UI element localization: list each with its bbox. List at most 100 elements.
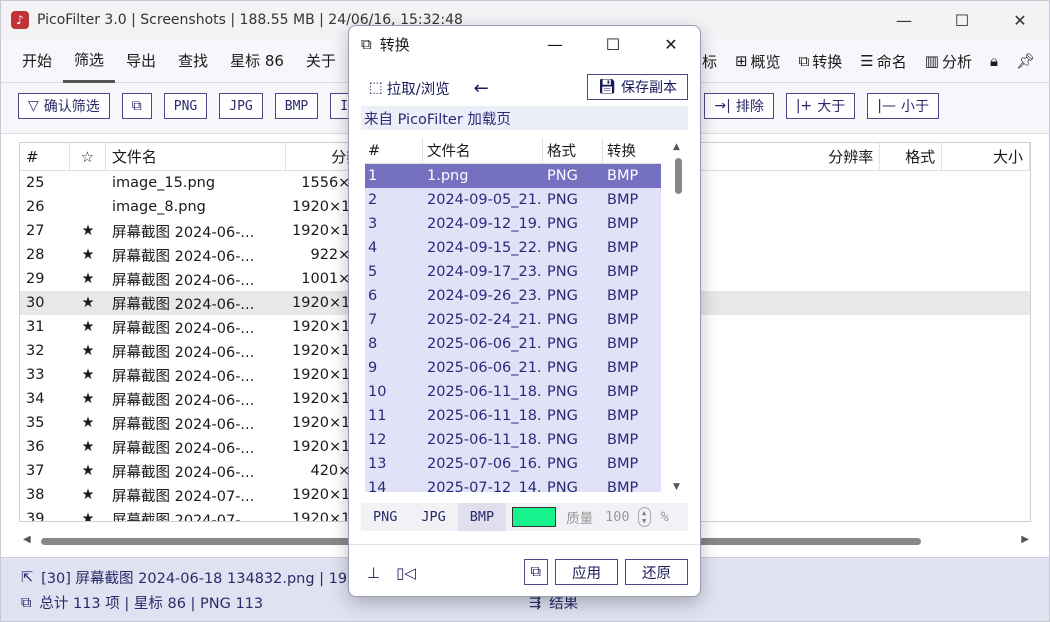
row-filename: 屏幕截图 2024-06-... xyxy=(112,224,255,241)
format-option-jpg[interactable]: JPG xyxy=(409,503,457,531)
scroll-down-icon[interactable]: ▼ xyxy=(673,482,680,492)
header-name[interactable]: 文件名 xyxy=(106,143,286,171)
copy-button[interactable]: ⧉ xyxy=(523,559,548,585)
background-color-swatch[interactable] xyxy=(512,507,557,527)
item-num: 9 xyxy=(368,360,378,376)
row-num: 29 xyxy=(26,271,45,287)
greater-icon: |+ xyxy=(795,98,813,114)
dialog-header-num[interactable]: # xyxy=(365,138,423,164)
bmp-filter-button[interactable]: BMP xyxy=(274,93,319,119)
menu-analyze[interactable]: ▥ 分析 xyxy=(925,51,972,72)
quality-stepper[interactable]: ▲ ▼ xyxy=(637,507,651,527)
apply-button[interactable]: 应用 xyxy=(555,559,618,585)
item-num: 3 xyxy=(368,216,378,232)
less-than-button[interactable]: |— 小于 xyxy=(867,93,939,119)
dialog-header-format[interactable]: 格式 xyxy=(543,138,603,164)
list-item[interactable]: 13 2025-07-06_16... PNG BMP xyxy=(365,452,661,476)
item-target-format: BMP xyxy=(607,432,639,448)
pin-icon[interactable]: ⊥ xyxy=(367,564,380,582)
quality-input[interactable]: 100 xyxy=(605,509,629,525)
dialog-minimize-button[interactable]: — xyxy=(526,26,584,62)
item-target-format: BMP xyxy=(607,168,639,184)
minimize-button[interactable]: — xyxy=(875,1,933,39)
close-button[interactable]: ✕ xyxy=(991,1,1049,39)
item-num: 4 xyxy=(368,240,378,256)
list-item[interactable]: 14 2025-07-12_14... PNG BMP xyxy=(365,476,661,492)
menu-filter[interactable]: 筛选 xyxy=(63,39,116,83)
save-copy-button[interactable]: 💾︎ 保存副本 xyxy=(587,74,688,100)
convert-file-table: # 文件名 格式 转换 1 1.png PNG BMP 2 2024-09-05_21..… xyxy=(365,138,661,492)
format-selector: PNG JPG BMP 质量 100 ▲ ▼ % xyxy=(361,503,688,531)
menu-overview[interactable]: ⊞ 概览 xyxy=(735,51,781,72)
header-num[interactable]: # xyxy=(20,143,70,171)
restore-button[interactable]: 还原 xyxy=(625,559,688,585)
quality-label: 质量 xyxy=(566,511,594,527)
item-num: 1 xyxy=(368,168,378,184)
item-format: PNG xyxy=(547,432,578,448)
confirm-filter-button[interactable]: ▽ 确认筛选 xyxy=(18,93,110,119)
copy-button[interactable]: ⧉ xyxy=(121,93,152,119)
format-option-png[interactable]: PNG xyxy=(361,503,409,531)
list-item[interactable]: 4 2024-09-15_22... PNG BMP xyxy=(365,236,661,260)
row-star: ★ xyxy=(81,223,95,239)
list-item[interactable]: 9 2025-06-06_21... PNG BMP xyxy=(365,356,661,380)
summary-status: 总计 113 项 | 星标 86 | PNG 113 xyxy=(39,596,264,612)
png-filter-button[interactable]: PNG xyxy=(163,93,208,119)
row-star: ★ xyxy=(81,271,95,287)
list-item[interactable]: 11 2025-06-11_18... PNG BMP xyxy=(365,404,661,428)
greater-than-button[interactable]: |+ 大于 xyxy=(785,93,856,119)
item-filename: 2025-02-24_21... xyxy=(427,312,543,328)
lock-button[interactable]: 🔒︎ xyxy=(990,52,998,70)
dialog-close-button[interactable]: ✕ xyxy=(642,26,700,62)
item-filename: 2024-09-26_23... xyxy=(427,288,543,304)
list-item[interactable]: 1 1.png PNG BMP xyxy=(365,164,661,188)
menu-mark[interactable]: 标 xyxy=(702,51,717,72)
dialog-scrollbar-thumb[interactable] xyxy=(675,158,682,194)
pick-browse-button[interactable]: ⬚ 拉取/浏览 xyxy=(369,78,450,99)
dialog-maximize-button[interactable]: ☐ xyxy=(584,26,642,62)
menu-convert[interactable]: ⧉ 转换 xyxy=(799,51,843,72)
row-filename: image_8.png xyxy=(112,199,206,215)
header-resolution-2[interactable]: 分辨率 xyxy=(782,143,881,171)
list-item[interactable]: 5 2024-09-17_23... PNG BMP xyxy=(365,260,661,284)
back-button[interactable]: ← xyxy=(474,78,489,99)
list-item[interactable]: 7 2025-02-24_21... PNG BMP xyxy=(365,308,661,332)
exclude-button[interactable]: →| 排除 xyxy=(704,93,774,119)
menu-about[interactable]: 关于 xyxy=(295,39,347,83)
item-num: 10 xyxy=(368,384,387,400)
list-item[interactable]: 12 2025-06-11_18... PNG BMP xyxy=(365,428,661,452)
menu-export[interactable]: 导出 xyxy=(115,39,167,83)
list-item[interactable]: 3 2024-09-12_19... PNG BMP xyxy=(365,212,661,236)
format-option-bmp[interactable]: BMP xyxy=(457,503,507,531)
list-item[interactable]: 10 2025-06-11_18... PNG BMP xyxy=(365,380,661,404)
list-item[interactable]: 6 2024-09-26_23... PNG BMP xyxy=(365,284,661,308)
pin-button[interactable]: 📌︎ xyxy=(1016,52,1035,70)
scroll-up-icon[interactable]: ▲ xyxy=(673,142,680,152)
scroll-left-icon[interactable]: ◀ xyxy=(23,534,31,545)
menu-find[interactable]: 查找 xyxy=(167,39,219,83)
overview-icon: ⊞ xyxy=(734,52,748,70)
menu-rename[interactable]: ☰ 命名 xyxy=(860,51,906,72)
dialog-header-name[interactable]: 文件名 xyxy=(423,138,543,164)
header-size[interactable]: 大小 xyxy=(942,143,1030,171)
item-target-format: BMP xyxy=(607,336,639,352)
dialog-table-body: 1 1.png PNG BMP 2 2024-09-05_21... PNG BMP 3 2024… xyxy=(365,164,661,492)
header-star[interactable]: ☆ xyxy=(70,143,106,171)
scroll-right-icon[interactable]: ▶ xyxy=(1021,534,1029,545)
menu-starred[interactable]: 星标 86 xyxy=(219,39,295,83)
header-format[interactable]: 格式 xyxy=(880,143,943,171)
dialog-header-convert[interactable]: 转换 xyxy=(603,138,661,164)
list-item[interactable]: 2 2024-09-05_21... PNG BMP xyxy=(365,188,661,212)
dialog-vertical-scrollbar[interactable]: ▲ ▼ xyxy=(671,142,685,492)
item-target-format: BMP xyxy=(607,408,639,424)
menu-start[interactable]: 开始 xyxy=(11,39,63,83)
chart-icon: ▥ xyxy=(924,52,939,70)
jpg-filter-button[interactable]: JPG xyxy=(219,93,263,119)
row-num: 36 xyxy=(26,439,45,455)
list-item[interactable]: 8 2025-06-06_21... PNG BMP xyxy=(365,332,661,356)
row-star: ★ xyxy=(81,343,95,359)
row-star: ★ xyxy=(81,487,95,503)
maximize-button[interactable]: ☐ xyxy=(933,1,991,39)
video-icon[interactable]: ▯◁ xyxy=(396,564,416,582)
row-filename: 屏幕截图 2024-06-... xyxy=(112,440,255,457)
